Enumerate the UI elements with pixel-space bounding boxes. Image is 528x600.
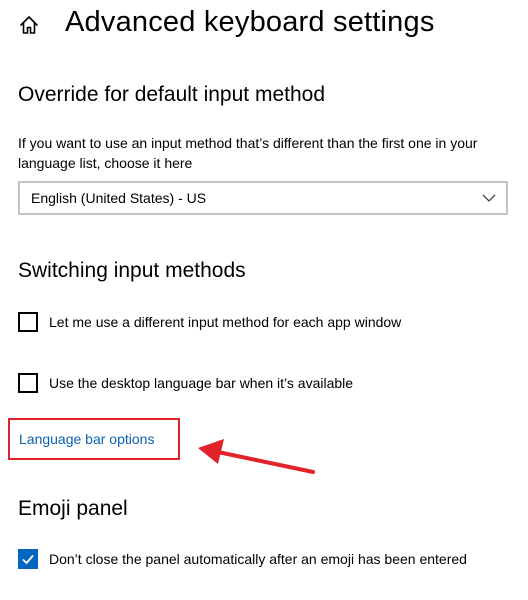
- input-method-dropdown-value: English (United States) - US: [31, 190, 207, 206]
- override-description: If you want to use an input method that’…: [18, 135, 478, 171]
- emoji-keep-open-checkbox[interactable]: [18, 549, 38, 569]
- emoji-keep-open-label: Don’t close the panel automatically afte…: [49, 551, 467, 567]
- checkmark-icon: [22, 554, 34, 565]
- chevron-down-icon: [482, 194, 496, 202]
- per-app-input-method-option[interactable]: Let me use a different input method for …: [18, 312, 401, 332]
- home-icon[interactable]: [18, 14, 40, 36]
- per-app-input-method-label: Let me use a different input method for …: [49, 314, 402, 330]
- link-highlight-box: Language bar options: [8, 418, 180, 460]
- desktop-language-bar-label: Use the desktop language bar when it’s a…: [49, 375, 354, 391]
- emoji-heading: Emoji panel: [18, 497, 128, 520]
- page-title: Advanced keyboard settings: [65, 6, 435, 38]
- input-method-dropdown[interactable]: English (United States) - US: [18, 181, 508, 215]
- language-bar-options-link[interactable]: Language bar options: [19, 431, 154, 447]
- desktop-language-bar-checkbox[interactable]: [18, 373, 38, 393]
- desktop-language-bar-option[interactable]: Use the desktop language bar when it’s a…: [18, 373, 353, 393]
- emoji-keep-open-option[interactable]: Don’t close the panel automatically afte…: [18, 549, 467, 569]
- annotation-arrow: [198, 439, 315, 474]
- override-heading: Override for default input method: [18, 83, 326, 106]
- switching-heading: Switching input methods: [18, 259, 246, 282]
- per-app-input-method-checkbox[interactable]: [18, 312, 38, 332]
